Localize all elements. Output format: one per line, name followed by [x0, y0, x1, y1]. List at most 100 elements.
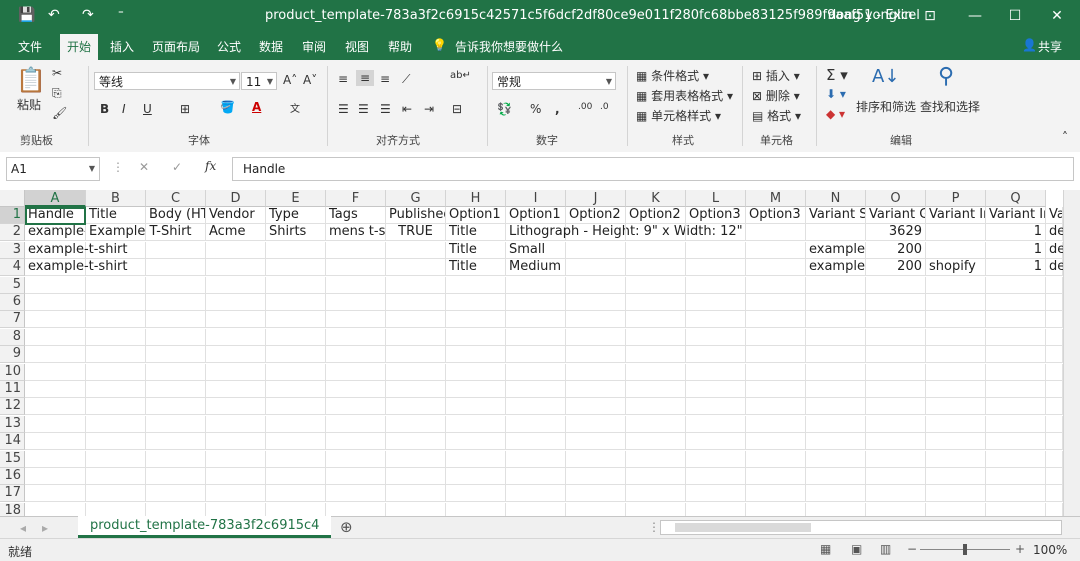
zoom-level[interactable]: 100% [1033, 543, 1067, 557]
cell-a11[interactable] [25, 381, 86, 398]
cell-j7[interactable] [566, 311, 626, 329]
cell-e2[interactable]: Shirts [266, 224, 326, 242]
row-header[interactable]: 1 [0, 207, 25, 224]
sort-filter-button[interactable]: 排序和筛选 [856, 98, 916, 115]
cell-i17[interactable] [506, 485, 566, 503]
cell-m15[interactable] [746, 450, 806, 468]
cell-r10[interactable] [1046, 363, 1063, 381]
cell-k3[interactable] [626, 241, 686, 259]
cell-n8[interactable] [806, 328, 866, 346]
cell-k13[interactable] [626, 415, 686, 433]
zoom-in-icon[interactable]: + [1015, 542, 1025, 556]
cell-p1[interactable]: Variant Inventory Tracker [926, 207, 986, 224]
cell-e5[interactable] [266, 276, 326, 294]
cell-e12[interactable] [266, 398, 326, 416]
conditional-format-button[interactable]: ▦ 条件格式 ▾ [636, 67, 709, 84]
cell-k8[interactable] [626, 328, 686, 346]
user-name[interactable]: dong yonglin [828, 8, 912, 23]
cell-f16[interactable] [326, 468, 386, 485]
column-header-e[interactable]: E [266, 190, 326, 207]
cell-j6[interactable] [566, 294, 626, 311]
cell-n17[interactable] [806, 485, 866, 503]
row-header[interactable]: 11 [0, 381, 25, 398]
column-header-o[interactable]: O [866, 190, 926, 207]
cell-h17[interactable] [446, 485, 506, 503]
cell-e1[interactable]: Type [266, 207, 326, 224]
cell-k16[interactable] [626, 468, 686, 485]
cell-i5[interactable] [506, 276, 566, 294]
row-header[interactable]: 15 [0, 450, 25, 468]
cell-c13[interactable] [146, 415, 206, 433]
redo-icon[interactable]: ↷ [82, 7, 94, 23]
cell-q5[interactable] [986, 276, 1046, 294]
cell-h14[interactable] [446, 433, 506, 451]
cell-c17[interactable] [146, 485, 206, 503]
cell-p7[interactable] [926, 311, 986, 329]
row-header[interactable]: 3 [0, 241, 25, 259]
cell-p12[interactable] [926, 398, 986, 416]
sheet-tab[interactable]: product_template-783a3f2c6915c4 [78, 516, 332, 538]
cell-k15[interactable] [626, 450, 686, 468]
cell-h16[interactable] [446, 468, 506, 485]
cell-n12[interactable] [806, 398, 866, 416]
cell-o5[interactable] [866, 276, 926, 294]
cell-k10[interactable] [626, 363, 686, 381]
cell-d5[interactable] [206, 276, 266, 294]
cell-k17[interactable] [626, 485, 686, 503]
cell-l4[interactable] [686, 259, 746, 277]
cell-b16[interactable] [86, 468, 146, 485]
cell-b2[interactable]: Example T-Shirt [86, 224, 192, 242]
cell-m9[interactable] [746, 346, 806, 364]
cell-o12[interactable] [866, 398, 926, 416]
cell-g13[interactable] [386, 415, 446, 433]
cell-l7[interactable] [686, 311, 746, 329]
cell-e14[interactable] [266, 433, 326, 451]
italic-icon[interactable]: I [122, 102, 126, 116]
cell-p16[interactable] [926, 468, 986, 485]
cell-c10[interactable] [146, 363, 206, 381]
cell-q17[interactable] [986, 485, 1046, 503]
cell-f2[interactable]: mens t-shirt [326, 224, 386, 242]
cell-m7[interactable] [746, 311, 806, 329]
cell-k1[interactable]: Option2 Value [626, 207, 686, 224]
cell-h10[interactable] [446, 363, 506, 381]
cell-q6[interactable] [986, 294, 1046, 311]
column-header-q[interactable]: Q [986, 190, 1046, 207]
find-select-icon[interactable]: ⚲ [938, 64, 954, 89]
phonetic-icon[interactable]: 文 [290, 100, 300, 115]
cell-m17[interactable] [746, 485, 806, 503]
next-sheet-icon[interactable]: ▸ [42, 521, 48, 535]
cell-k5[interactable] [626, 276, 686, 294]
cell-a9[interactable] [25, 346, 86, 364]
cell-d12[interactable] [206, 398, 266, 416]
cell-i13[interactable] [506, 415, 566, 433]
cell-d2[interactable]: Acme [206, 224, 266, 242]
cell-p10[interactable] [926, 363, 986, 381]
cell-i4[interactable]: Medium [506, 259, 566, 277]
cell-o4[interactable]: 200 [866, 259, 926, 277]
cell-a17[interactable] [25, 485, 86, 503]
cell-r13[interactable] [1046, 415, 1063, 433]
cell-k4[interactable] [626, 259, 686, 277]
cell-k9[interactable] [626, 346, 686, 364]
row-header[interactable]: 2 [0, 224, 25, 242]
cell-l15[interactable] [686, 450, 746, 468]
cell-h2[interactable]: Title [446, 224, 506, 242]
align-middle-icon[interactable]: ≡ [356, 70, 375, 86]
cell-a10[interactable] [25, 363, 86, 381]
cell-e6[interactable] [266, 294, 326, 311]
cell-e9[interactable] [266, 346, 326, 364]
cell-h7[interactable] [446, 311, 506, 329]
cell-e7[interactable] [266, 311, 326, 329]
cell-c15[interactable] [146, 450, 206, 468]
align-right-icon[interactable]: ☰ [380, 102, 391, 116]
cell-h4[interactable]: Title [446, 259, 506, 277]
cell-n6[interactable] [806, 294, 866, 311]
cell-o7[interactable] [866, 311, 926, 329]
shrink-font-icon[interactable]: A˅ [303, 73, 317, 87]
cell-i6[interactable] [506, 294, 566, 311]
cell-e13[interactable] [266, 415, 326, 433]
cell-q14[interactable] [986, 433, 1046, 451]
cell-r2[interactable]: de [1046, 224, 1065, 242]
cell-h9[interactable] [446, 346, 506, 364]
